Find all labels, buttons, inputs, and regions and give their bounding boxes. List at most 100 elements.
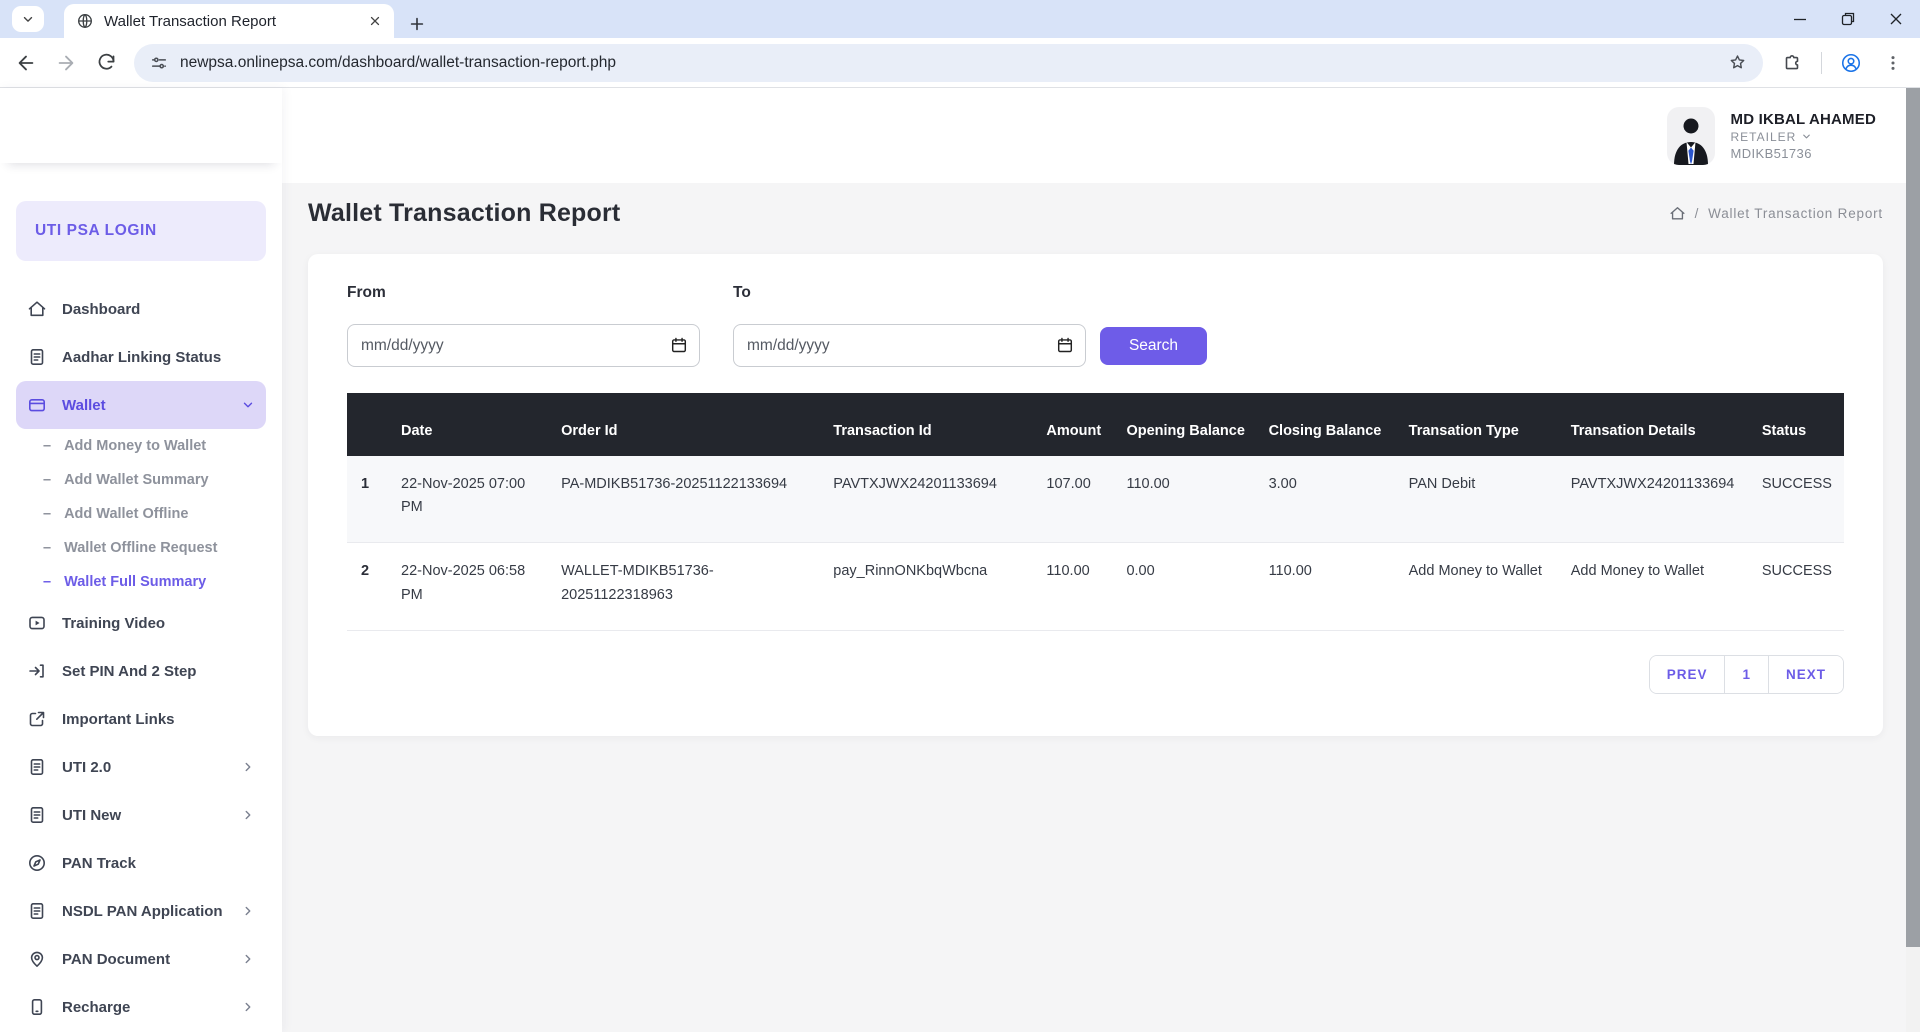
calendar-icon[interactable] (670, 336, 688, 354)
sidebar-subitem-add-wallet-summary[interactable]: – Add Wallet Summary (16, 463, 266, 497)
sidebar-subitem-wallet-offline-request[interactable]: – Wallet Offline Request (16, 531, 266, 565)
sidebar-item-training-video[interactable]: Training Video (16, 599, 266, 647)
search-button[interactable]: Search (1100, 327, 1207, 365)
col-header-opening-balance: Opening Balance (1116, 393, 1258, 456)
sidebar-subitem-add-wallet-offline[interactable]: – Add Wallet Offline (16, 497, 266, 531)
sidebar-subitem-wallet-full-summary[interactable]: – Wallet Full Summary (16, 565, 266, 599)
sidebar-item-nsdl-pan-application[interactable]: NSDL PAN Application (16, 887, 266, 935)
tab-close-icon[interactable] (368, 14, 382, 28)
document-icon (27, 347, 47, 367)
dash-bullet: – (43, 574, 51, 590)
sidebar-subitem-label: Wallet Offline Request (64, 540, 217, 556)
sidebar-item-important-links[interactable]: Important Links (16, 695, 266, 743)
sidebar-item-set-pin-and-2-step[interactable]: Set PIN And 2 Step (16, 647, 266, 695)
document-icon (27, 757, 47, 777)
sidebar-subitem-add-money-to-wallet[interactable]: – Add Money to Wallet (16, 429, 266, 463)
tab-title: Wallet Transaction Report (104, 13, 358, 30)
sidebar-subitem-label: Wallet Full Summary (64, 574, 206, 590)
sidebar-item-dashboard[interactable]: Dashboard (16, 285, 266, 333)
breadcrumb-home-icon[interactable] (1669, 205, 1686, 222)
url-text[interactable]: newpsa.onlinepsa.com/dashboard/wallet-tr… (180, 54, 1716, 72)
back-arrow-icon (15, 52, 37, 74)
user-menu[interactable]: MD IKBAL AHAMED RETAILER MDIKB51736 (1667, 107, 1877, 165)
window-close-button[interactable] (1872, 0, 1920, 38)
cell-status: SUCCESS (1752, 543, 1844, 630)
col-header-index (347, 393, 391, 456)
col-header-closing-balance: Closing Balance (1259, 393, 1399, 456)
url-bar[interactable]: newpsa.onlinepsa.com/dashboard/wallet-tr… (134, 44, 1763, 82)
content: Wallet Transaction Report / Wallet Trans… (282, 183, 1920, 1032)
window-minimize-button[interactable] (1776, 0, 1824, 38)
table-row: 1 22-Nov-2025 07:00 PM PA-MDIKB51736-202… (347, 456, 1844, 543)
sidebar-item-wallet[interactable]: Wallet (16, 381, 266, 429)
browser-toolbar: newpsa.onlinepsa.com/dashboard/wallet-tr… (0, 38, 1920, 87)
video-icon (27, 613, 47, 633)
reload-button[interactable] (90, 47, 122, 79)
next-page-button[interactable]: NEXT (1768, 656, 1843, 693)
login-arrow-icon (27, 661, 47, 681)
tab-search-chevron-button[interactable] (12, 6, 44, 32)
page-title: Wallet Transaction Report (308, 199, 620, 228)
site-settings-icon[interactable] (150, 54, 168, 72)
browser-tab[interactable]: Wallet Transaction Report (64, 4, 394, 38)
sidebar-subitem-label: Add Wallet Summary (64, 472, 209, 488)
kebab-menu-icon (1884, 54, 1902, 72)
from-date-field[interactable] (347, 324, 700, 367)
page-scrollbar[interactable] (1906, 88, 1920, 1032)
user-role[interactable]: RETAILER (1731, 130, 1877, 144)
page-number-button[interactable]: 1 (1724, 656, 1768, 693)
cell-index: 1 (347, 456, 391, 543)
cell-status: SUCCESS (1752, 456, 1844, 543)
cell-date: 22-Nov-2025 07:00 PM (391, 456, 551, 543)
brand-badge: UTI PSA LOGIN (16, 201, 266, 261)
sidebar-item-label: NSDL PAN Application (62, 903, 223, 920)
wallet-icon (27, 395, 47, 415)
close-icon (1889, 12, 1903, 26)
sidebar-item-aadhar-linking-status[interactable]: Aadhar Linking Status (16, 333, 266, 381)
bookmark-star-icon[interactable] (1728, 53, 1747, 72)
sidebar-item-label: PAN Track (62, 855, 136, 872)
new-tab-button[interactable] (408, 15, 426, 33)
window-restore-button[interactable] (1824, 0, 1872, 38)
back-button[interactable] (10, 47, 42, 79)
sidebar-nav: UTI PSA LOGIN Dashboard Aadhar Linking S… (0, 163, 282, 1031)
user-meta: MD IKBAL AHAMED RETAILER MDIKB51736 (1731, 111, 1877, 161)
from-label: From (347, 284, 700, 302)
compass-icon (27, 853, 47, 873)
col-header-order-id: Order Id (551, 393, 823, 456)
profile-button[interactable] (1834, 46, 1868, 80)
forward-arrow-icon (55, 52, 77, 74)
dash-bullet: – (43, 472, 51, 488)
sidebar-item-label: Aadhar Linking Status (62, 349, 221, 366)
to-date-field[interactable] (733, 324, 1086, 367)
external-link-icon (27, 709, 47, 729)
sidebar-item-label: Important Links (62, 711, 175, 728)
sidebar-item-uti-2-0[interactable]: UTI 2.0 (16, 743, 266, 791)
sidebar-item-uti-new[interactable]: UTI New (16, 791, 266, 839)
from-date-input[interactable] (348, 325, 699, 366)
document-icon (27, 901, 47, 921)
to-date-input[interactable] (734, 325, 1085, 366)
cell-index: 2 (347, 543, 391, 630)
browser-menu-button[interactable] (1876, 46, 1910, 80)
table-header-row: Date Order Id Transaction Id Amount Open… (347, 393, 1844, 456)
sidebar-item-recharge[interactable]: Recharge (16, 983, 266, 1031)
pagination: PREV 1 NEXT (347, 655, 1844, 694)
chevron-right-icon (241, 808, 255, 822)
calendar-icon[interactable] (1056, 336, 1074, 354)
table-row: 2 22-Nov-2025 06:58 PM WALLET-MDIKB51736… (347, 543, 1844, 630)
dash-bullet: – (43, 438, 51, 454)
sidebar-item-pan-track[interactable]: PAN Track (16, 839, 266, 887)
minimize-icon (1793, 12, 1807, 26)
sidebar-item-label: Training Video (62, 615, 165, 632)
globe-favicon-icon (76, 12, 94, 30)
forward-button[interactable] (50, 47, 82, 79)
extensions-button[interactable] (1775, 46, 1809, 80)
sidebar-item-pan-document[interactable]: PAN Document (16, 935, 266, 983)
sidebar-item-label: UTI 2.0 (62, 759, 111, 776)
dash-bullet: – (43, 540, 51, 556)
scrollbar-thumb[interactable] (1906, 88, 1920, 947)
prev-page-button[interactable]: PREV (1650, 656, 1725, 693)
chevron-right-icon (241, 1000, 255, 1014)
cell-transation-type: PAN Debit (1399, 456, 1561, 543)
